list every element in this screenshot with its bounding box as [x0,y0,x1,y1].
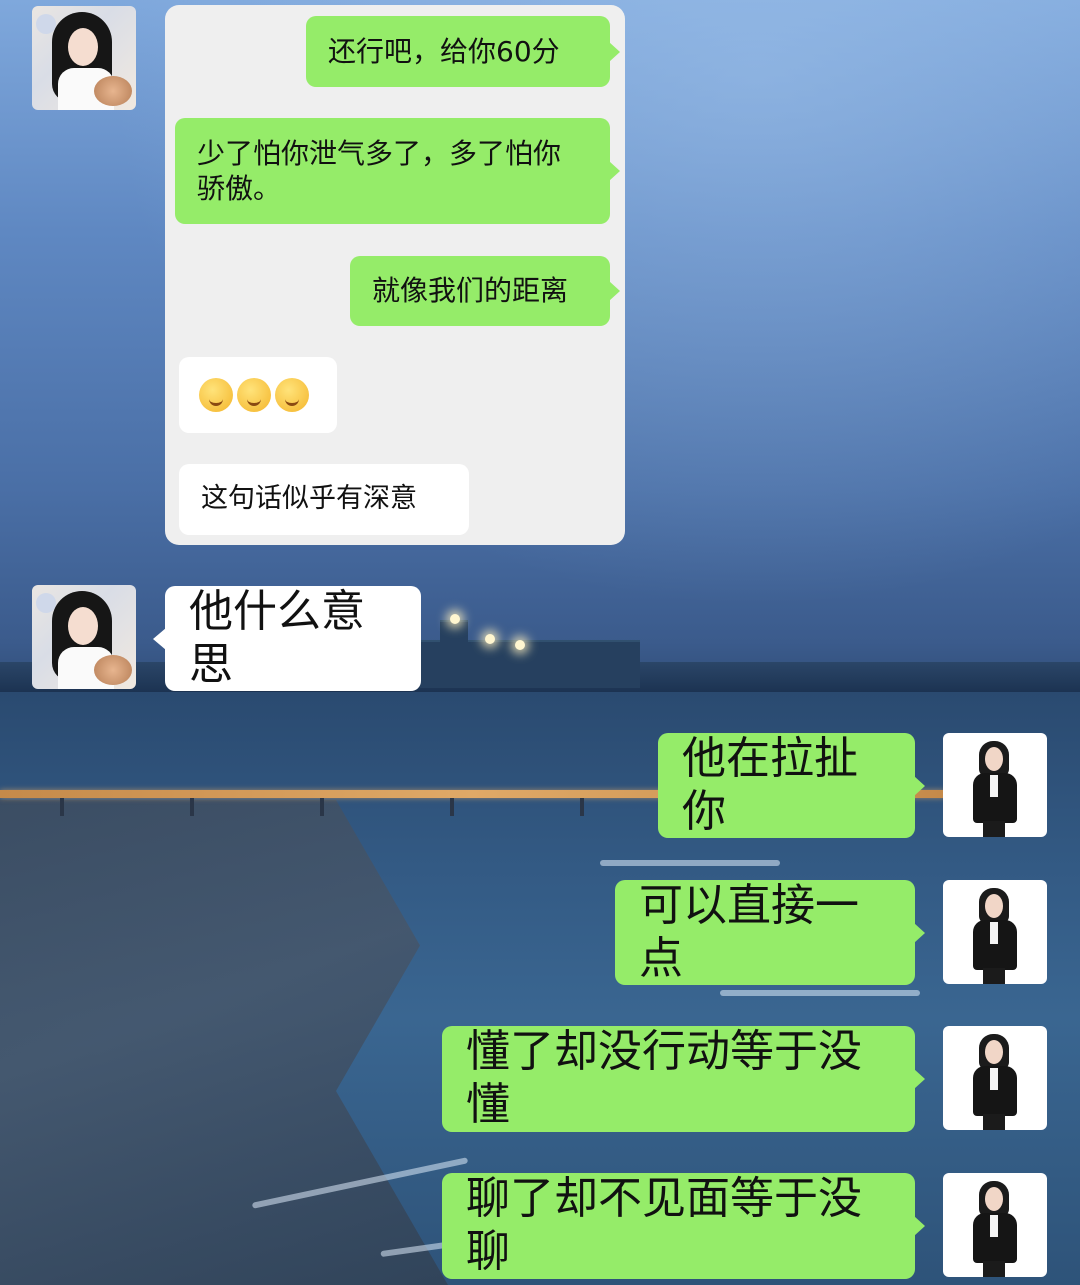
avatar-legs [983,1261,1005,1277]
pier-post [320,798,324,816]
message-bubble[interactable]: 少了怕你泄气多了，多了怕你骄傲。 [175,118,620,224]
message-bubble[interactable]: 懂了却没行动等于没懂 [442,1026,925,1132]
message-bubble[interactable]: 这句话似乎有深意 [179,464,469,535]
avatar-shirt [990,1215,998,1237]
contact-avatar[interactable] [32,6,136,110]
pier-light [515,640,525,650]
pier-post [450,798,454,816]
message-bubble[interactable]: 可以直接一点 [615,879,925,985]
avatar-face [985,747,1003,771]
thinking-face-emoji-icon [237,378,271,412]
forwarded-chat-screenshot[interactable]: 还行吧，给你60分 少了怕你泄气多了，多了怕你骄傲。 就像我们的距离 这句话似乎… [165,5,625,545]
avatar-shirt [990,922,998,944]
flower-icon [94,76,132,106]
avatar-shirt [990,1068,998,1090]
avatar-face [68,28,98,66]
message-bubble[interactable]: 他在拉扯你 [658,732,925,838]
message-bubble[interactable]: 就像我们的距离 [350,256,620,326]
avatar-legs [983,968,1005,984]
message-text: 懂了却没行动等于没懂 [466,1026,862,1130]
avatar-face [985,1040,1003,1064]
message-text: 可以直接一点 [639,879,859,984]
message-bubble[interactable]: 聊了却不见面等于没聊 [442,1173,925,1279]
thinking-face-emoji-icon [275,378,309,412]
message-text: 他在拉扯你 [682,732,858,837]
self-avatar[interactable] [943,1026,1047,1130]
message-text: 他什么意思 [189,585,365,690]
message-text: 这句话似乎有深意 [201,483,417,515]
message-text: 就像我们的距离 [372,274,569,308]
wave-foam [720,990,920,996]
thinking-face-emoji-icon [199,378,233,412]
emoji-message-bubble[interactable] [179,357,337,433]
self-avatar[interactable] [943,733,1047,837]
message-text: 聊了却不见面等于没聊 [466,1173,862,1277]
contact-avatar[interactable] [32,585,136,689]
pier-post [580,798,584,816]
avatar-legs [983,821,1005,837]
avatar-face [985,1187,1003,1211]
lighthouse-tower [440,620,468,652]
wave-foam [600,860,780,866]
message-text: 还行吧，给你60分 [328,34,560,68]
message-bubble[interactable]: 还行吧，给你60分 [306,16,620,87]
avatar-face [985,894,1003,918]
avatar-shirt [990,775,998,797]
pier-light [485,634,495,644]
avatar-legs [983,1114,1005,1130]
avatar-face [68,607,98,645]
message-bubble[interactable]: 他什么意思 [153,585,421,691]
self-avatar[interactable] [943,880,1047,984]
pier-post [190,798,194,816]
pier-post [60,798,64,816]
self-avatar[interactable] [943,1173,1047,1277]
pier-light [450,614,460,624]
message-text: 少了怕你泄气多了，多了怕你骄傲。 [197,137,562,205]
flower-icon [94,655,132,685]
